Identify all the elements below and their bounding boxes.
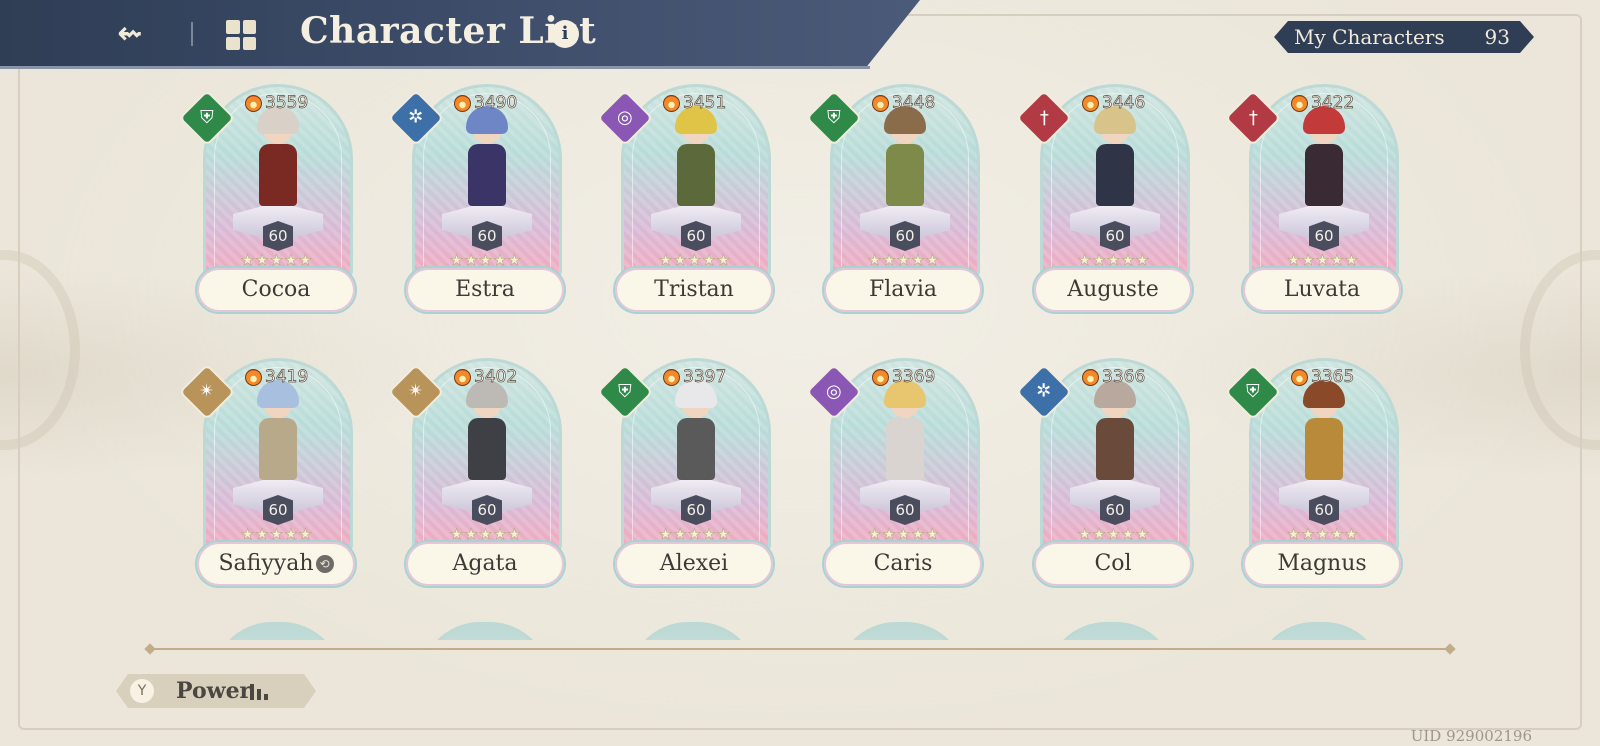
- character-name: Agata: [452, 551, 518, 576]
- my-characters-count: 93: [1484, 25, 1510, 49]
- level-badge: 60: [472, 221, 502, 251]
- character-name-plate: Col: [1032, 540, 1194, 588]
- character-card[interactable]: 60 ★★★★★ 3422 † Luvata: [1224, 82, 1403, 317]
- character-sprite: [452, 378, 522, 488]
- back-arrow-icon: ⇜: [117, 16, 143, 51]
- character-card-partial[interactable]: [212, 622, 342, 640]
- character-card-partial[interactable]: [420, 622, 550, 640]
- awakening-icon: ⟲: [315, 555, 334, 573]
- my-characters-counter: My Characters 93: [1274, 21, 1534, 53]
- character-card-partial[interactable]: [628, 622, 758, 640]
- sort-label: Power: [176, 678, 252, 704]
- level-badge: 60: [1100, 495, 1130, 525]
- level-badge: 60: [472, 495, 502, 525]
- level-badge: 60: [1309, 495, 1339, 525]
- power-value: 3422: [1289, 92, 1355, 114]
- character-name-plate: Luvata: [1241, 266, 1403, 314]
- character-card-partial[interactable]: [1254, 622, 1384, 640]
- background-ornament-left: [0, 250, 80, 450]
- character-card[interactable]: 60 ★★★★★ 3402 ✴ Agata: [387, 356, 566, 591]
- character-sprite: [661, 104, 731, 214]
- power-value: 3451: [661, 92, 727, 114]
- character-sprite: [1289, 378, 1359, 488]
- character-name: Col: [1094, 551, 1132, 576]
- grid-icon: [226, 20, 240, 34]
- character-name: Cocoa: [241, 277, 311, 302]
- character-sprite: [1289, 104, 1359, 214]
- character-sprite: [870, 104, 940, 214]
- power-value: 3365: [1289, 366, 1355, 388]
- character-name-plate: Flavia: [822, 266, 984, 314]
- level-badge: 60: [1100, 221, 1130, 251]
- grid-view-button[interactable]: [226, 20, 256, 50]
- header-edge: [0, 66, 870, 69]
- power-value: 3402: [452, 366, 518, 388]
- character-name: Auguste: [1067, 277, 1159, 302]
- level-badge: 60: [890, 221, 920, 251]
- power-value: 3366: [1080, 366, 1146, 388]
- header-divider: [191, 22, 193, 46]
- character-name: Luvata: [1283, 277, 1361, 302]
- power-value: 3559: [243, 92, 309, 114]
- character-card-partial[interactable]: [1046, 622, 1176, 640]
- character-card-partial[interactable]: [836, 622, 966, 640]
- character-card[interactable]: 60 ★★★★★ 3490 ✲ Estra: [387, 82, 566, 317]
- character-name: Estra: [455, 277, 515, 302]
- character-card[interactable]: 60 ★★★★★ 3365 ⛨ Magnus: [1224, 356, 1403, 591]
- character-sprite: [243, 104, 313, 214]
- character-name-plate: Tristan: [613, 266, 775, 314]
- character-name: Safiyyah: [218, 551, 314, 576]
- my-characters-label: My Characters: [1294, 25, 1445, 49]
- list-divider: [150, 648, 1450, 650]
- character-name-plate: Safiyyah ⟲: [195, 540, 357, 588]
- level-badge: 60: [890, 495, 920, 525]
- power-value: 3419: [243, 366, 309, 388]
- character-name-plate: Caris: [822, 540, 984, 588]
- sort-bars-icon[interactable]: [250, 684, 274, 700]
- character-name: Tristan: [654, 277, 734, 302]
- character-name: Magnus: [1277, 551, 1367, 576]
- character-card[interactable]: 60 ★★★★★ 3397 ⛨ Alexei: [596, 356, 775, 591]
- character-name-plate: Auguste: [1032, 266, 1194, 314]
- character-card[interactable]: 60 ★★★★★ 3559 ⛨ Cocoa: [178, 82, 357, 317]
- third-row-partial: [0, 618, 1600, 640]
- sort-button[interactable]: Y Power: [116, 674, 316, 708]
- power-value: 3448: [870, 92, 936, 114]
- character-card[interactable]: 60 ★★★★★ 3419 ✴ Safiyyah ⟲: [178, 356, 357, 591]
- character-name: Caris: [873, 551, 933, 576]
- level-badge: 60: [263, 221, 293, 251]
- user-id: UID 929002196: [1410, 727, 1532, 745]
- character-card[interactable]: 60 ★★★★★ 3369 ◎ Caris: [805, 356, 984, 591]
- power-value: 3446: [1080, 92, 1146, 114]
- character-sprite: [452, 104, 522, 214]
- back-button[interactable]: ⇜: [108, 14, 152, 54]
- character-sprite: [243, 378, 313, 488]
- character-card[interactable]: 60 ★★★★★ 3366 ✲ Col: [1015, 356, 1194, 591]
- character-name: Alexei: [659, 551, 729, 576]
- character-card[interactable]: 60 ★★★★★ 3448 ⛨ Flavia: [805, 82, 984, 317]
- character-name-plate: Cocoa: [195, 266, 357, 314]
- filter-icon[interactable]: Y: [130, 679, 154, 703]
- character-sprite: [1080, 378, 1150, 488]
- character-sprite: [661, 378, 731, 488]
- info-icon[interactable]: i: [551, 20, 579, 48]
- background-ornament-right: [1520, 250, 1600, 450]
- character-sprite: [870, 378, 940, 488]
- level-badge: 60: [1309, 221, 1339, 251]
- character-sprite: [1080, 104, 1150, 214]
- character-card[interactable]: 60 ★★★★★ 3446 † Auguste: [1015, 82, 1194, 317]
- level-badge: 60: [681, 221, 711, 251]
- character-name: Flavia: [869, 277, 937, 302]
- character-name-plate: Magnus: [1241, 540, 1403, 588]
- character-name-plate: Estra: [404, 266, 566, 314]
- power-value: 3369: [870, 366, 936, 388]
- power-value: 3490: [452, 92, 518, 114]
- level-badge: 60: [681, 495, 711, 525]
- power-value: 3397: [661, 366, 727, 388]
- level-badge: 60: [263, 495, 293, 525]
- character-card[interactable]: 60 ★★★★★ 3451 ◎ Tristan: [596, 82, 775, 317]
- character-name-plate: Agata: [404, 540, 566, 588]
- character-name-plate: Alexei: [613, 540, 775, 588]
